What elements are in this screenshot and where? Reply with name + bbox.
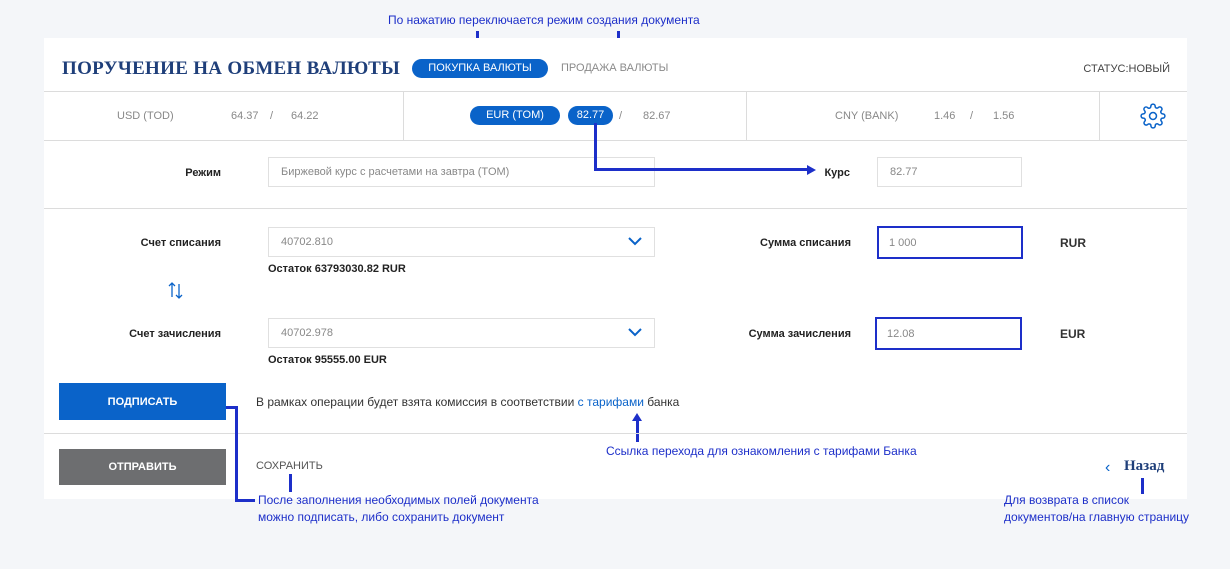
annotation-tariff-link: Ссылка перехода для ознакомления с тариф… [606, 444, 917, 458]
debit-amount-label: Сумма списания [760, 237, 851, 249]
rate-pair-usd: USD (TOD) [117, 110, 174, 122]
annotation-arrow [289, 474, 292, 492]
debit-account-label: Счет списания [140, 237, 221, 249]
tab-buy-currency[interactable]: ПОКУПКА ВАЛЮТЫ [412, 59, 548, 78]
rate-sep: / [619, 110, 623, 122]
annotation-after-fill-1: После заполнения необходимых полей докум… [258, 493, 539, 507]
send-button[interactable]: ОТПРАВИТЬ [59, 449, 226, 485]
status-label: СТАТУС:НОВЫЙ [1083, 63, 1170, 75]
page-title: ПОРУЧЕНИЕ НА ОБМЕН ВАЛЮТЫ [62, 58, 401, 79]
rate-field[interactable]: 82.77 [877, 157, 1022, 187]
rate-buy-cny: 1.46 [934, 110, 956, 122]
debit-balance: Остаток 63793030.82 RUR [268, 263, 406, 275]
chevron-down-icon [628, 327, 642, 340]
rate-pair-cny: CNY (BANK) [835, 110, 899, 122]
save-button[interactable]: СОХРАНИТЬ [256, 460, 323, 472]
rate-value: 82.77 [890, 166, 918, 178]
annotation-arrow [594, 168, 808, 171]
rate-sep: / [970, 110, 974, 122]
credit-amount-value: 12.08 [887, 327, 915, 340]
exchange-order-card [44, 38, 1187, 499]
commission-text-pre: В рамках операции будет взята комиссия в… [256, 395, 578, 409]
rate-buy-eur[interactable]: 82.77 [568, 106, 613, 125]
annotation-back-1: Для возврата в список [1004, 493, 1130, 507]
annotation-arrow [235, 499, 255, 502]
annotation-arrow [636, 420, 639, 442]
commission-text-post: банка [643, 395, 680, 409]
debit-amount-input[interactable]: 1 000 [877, 226, 1023, 259]
annotation-arrow-tip [807, 165, 816, 175]
annotation-mode-switch: По нажатию переключается режим создания … [388, 13, 700, 27]
debit-account-select[interactable]: 40702.810 [268, 227, 655, 257]
tab-sell-currency[interactable]: ПРОДАЖА ВАЛЮТЫ [561, 62, 668, 74]
credit-balance: Остаток 95555.00 EUR [268, 354, 387, 366]
commission-text: В рамках операции будет взята комиссия в… [256, 395, 679, 409]
tariffs-link[interactable]: с тарифами [578, 395, 644, 409]
rate-sell-eur: 82.67 [643, 110, 671, 122]
debit-currency: RUR [1060, 236, 1086, 250]
annotation-arrow [1141, 478, 1144, 494]
annotation-arrow [594, 123, 597, 171]
rate-sep: / [270, 110, 274, 122]
credit-amount-label: Сумма зачисления [748, 328, 851, 340]
rate-sell-cny: 1.56 [993, 110, 1015, 122]
gear-icon[interactable] [1140, 103, 1166, 129]
sign-button[interactable]: ПОДПИСАТЬ [59, 383, 226, 420]
chevron-left-icon[interactable]: ‹ [1105, 459, 1110, 477]
credit-account-select[interactable]: 40702.978 [268, 318, 655, 348]
credit-amount-input[interactable]: 12.08 [875, 317, 1022, 350]
annotation-arrow [235, 406, 238, 502]
credit-account-value: 40702.978 [281, 327, 333, 339]
credit-account-label: Счет зачисления [129, 328, 221, 340]
back-link[interactable]: Назад [1124, 458, 1164, 475]
debit-amount-value: 1 000 [889, 236, 917, 249]
rate-pair-eur[interactable]: EUR (TOM) [470, 106, 560, 125]
mode-label: Режим [185, 167, 221, 179]
chevron-down-icon [628, 236, 642, 249]
annotation-after-fill-2: можно подписать, либо сохранить документ [258, 510, 505, 524]
annotation-arrow [226, 406, 238, 409]
credit-currency: EUR [1060, 327, 1086, 341]
rate-sell-usd: 64.22 [291, 110, 319, 122]
annotation-back-2: документов/на главную страницу [1004, 510, 1190, 524]
rate-buy-usd: 64.37 [231, 110, 259, 122]
swap-accounts-icon[interactable] [167, 280, 185, 300]
debit-account-value: 40702.810 [281, 236, 333, 248]
mode-value: Биржевой курс с расчетами на завтра (TOM… [281, 166, 510, 178]
